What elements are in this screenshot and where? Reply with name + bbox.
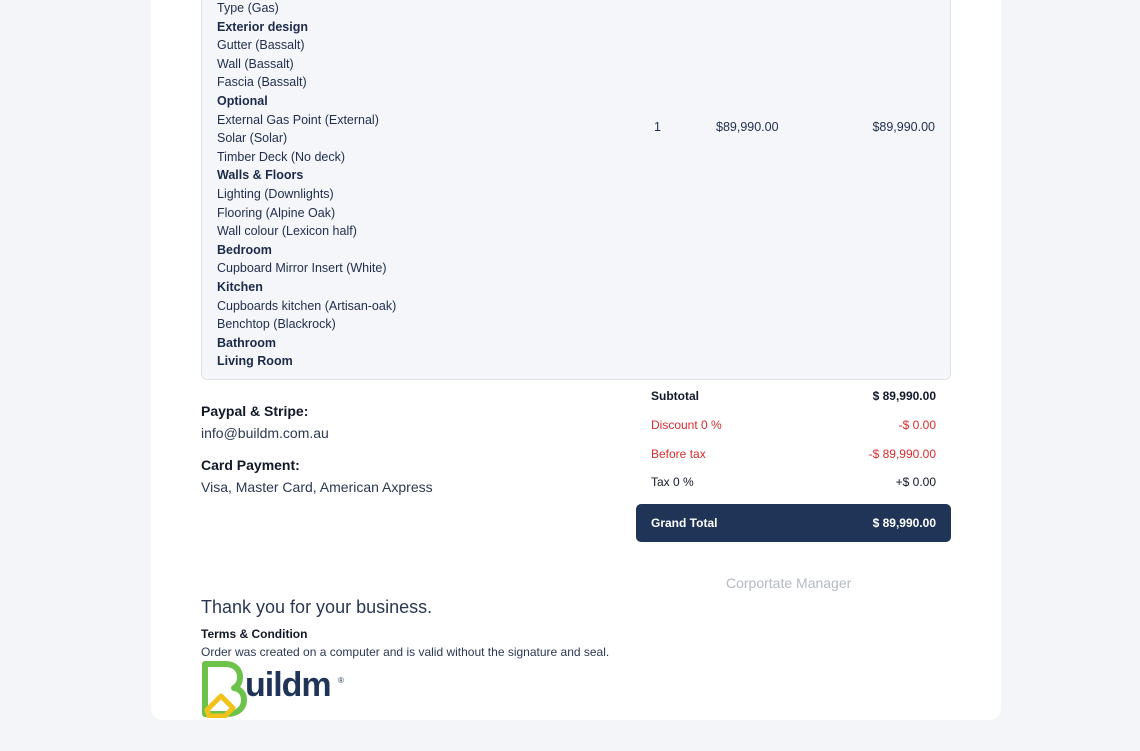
spec-option: Benchtop (Blackrock) bbox=[217, 317, 336, 332]
grand-total-bar: Grand Total $ 89,990.00 bbox=[636, 504, 951, 542]
terms-title: Terms & Condition bbox=[201, 627, 308, 641]
line-item-row: Type (Gas) Exterior design Gutter (Bassalt… bbox=[201, 0, 951, 380]
tax-value: +$ 0.00 bbox=[895, 475, 936, 490]
spec-option: Cupboard Mirror Insert (White) bbox=[217, 261, 387, 276]
card-payment-title: Card Payment: bbox=[201, 457, 300, 473]
payment-info: Paypal & Stripe: info@buildm.com.au Card… bbox=[201, 403, 433, 495]
spec-option: Fascia (Bassalt) bbox=[217, 75, 307, 90]
grand-total-label: Grand Total bbox=[651, 516, 718, 530]
spec-option: Cupboards kitchen (Artisan-oak) bbox=[217, 298, 397, 313]
subtotal-value: $ 89,990.00 bbox=[872, 389, 936, 403]
spec-option: Timber Deck (No deck) bbox=[217, 149, 346, 164]
card-types: Visa, Master Card, American Axpress bbox=[201, 479, 433, 495]
terms-text: Order was created on a computer and is v… bbox=[201, 645, 610, 659]
spec-group-heading: Kitchen bbox=[217, 279, 263, 294]
discount-value: -$ 0.00 bbox=[898, 417, 936, 432]
spec-group-heading: Exterior design bbox=[217, 19, 308, 34]
spec-option: Flooring (Alpine Oak) bbox=[217, 205, 336, 220]
manager-signature-label: Corportate Manager bbox=[726, 575, 852, 591]
tax-label: Tax 0 % bbox=[651, 475, 694, 490]
paypal-title: Paypal & Stripe: bbox=[201, 403, 309, 419]
before-tax-label: Before tax bbox=[651, 446, 706, 461]
item-unit-price: $89,990.00 bbox=[716, 120, 779, 134]
spec-group-heading: Living Room bbox=[217, 354, 293, 369]
spec-option: Solar (Solar) bbox=[217, 131, 288, 146]
spec-group-heading: Optional bbox=[217, 93, 268, 108]
logo-wordmark: uildm bbox=[245, 666, 332, 704]
item-quantity: 1 bbox=[654, 120, 661, 134]
buildm-logo: uildm ® bbox=[201, 660, 351, 720]
spec-option: External Gas Point (External) bbox=[217, 112, 379, 127]
thank-you-message: Thank you for your business. bbox=[201, 597, 433, 617]
spec-group-heading: Walls & Floors bbox=[217, 168, 304, 183]
subtotal-label: Subtotal bbox=[651, 389, 699, 403]
totals-panel: Subtotal $ 89,990.00 Discount 0 % -$ 0.0… bbox=[636, 389, 951, 542]
invoice-sheet: Type (Gas) Exterior design Gutter (Bassalt… bbox=[151, 0, 1001, 720]
spec-option: Gutter (Bassalt) bbox=[217, 38, 305, 53]
tax-row: Tax 0 % +$ 0.00 bbox=[636, 475, 951, 504]
item-amount: $89,990.00 bbox=[872, 120, 935, 134]
spec-option: Wall colour (Lexicon half) bbox=[217, 224, 357, 239]
paypal-email: info@buildm.com.au bbox=[201, 425, 329, 441]
spec-group-heading: Bedroom bbox=[217, 242, 272, 257]
spec-option: Wall (Bassalt) bbox=[217, 56, 294, 71]
subtotal-row: Subtotal $ 89,990.00 bbox=[636, 389, 951, 418]
spec-group-heading: Bathroom bbox=[217, 335, 277, 350]
registered-mark: ® bbox=[338, 676, 344, 685]
discount-label: Discount 0 % bbox=[651, 417, 722, 432]
before-tax-value: -$ 89,990.00 bbox=[868, 446, 936, 461]
grand-total-value: $ 89,990.00 bbox=[872, 516, 936, 530]
item-spec-list: Type (Gas) Exterior design Gutter (Bassalt… bbox=[217, 0, 396, 371]
spec-option: Lighting (Downlights) bbox=[217, 186, 334, 201]
discount-row: Discount 0 % -$ 0.00 bbox=[636, 418, 951, 447]
logo-mark-icon bbox=[202, 661, 247, 719]
before-tax-row: Before tax -$ 89,990.00 bbox=[636, 447, 951, 476]
spec-option: Type (Gas) bbox=[217, 1, 279, 15]
